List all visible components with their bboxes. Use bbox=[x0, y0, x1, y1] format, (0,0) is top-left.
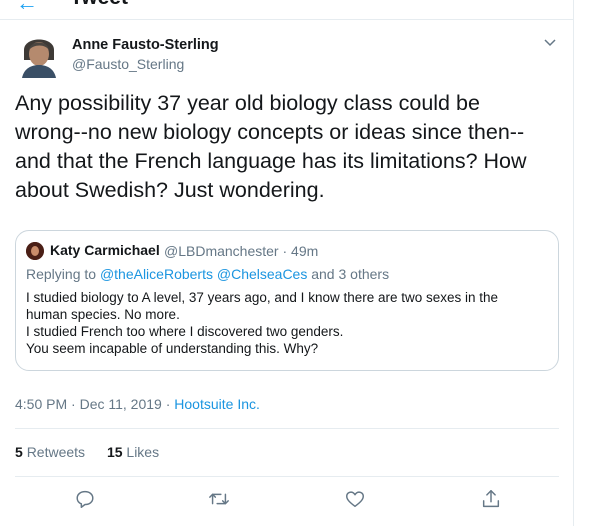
quoted-author-handle: @LBDmanchester · 49m bbox=[164, 243, 319, 259]
back-arrow-icon[interactable]: ← bbox=[16, 0, 38, 16]
retweets-count: 5 bbox=[15, 444, 23, 460]
divider bbox=[15, 476, 559, 477]
tweet-source-link[interactable]: Hootsuite Inc. bbox=[174, 396, 260, 412]
share-icon[interactable] bbox=[480, 488, 502, 510]
replying-to: Replying to @theAliceRoberts @ChelseaCes… bbox=[26, 266, 389, 282]
retweet-icon[interactable] bbox=[208, 488, 230, 510]
replying-to-prefix: Replying to bbox=[26, 266, 100, 282]
retweets-label: Retweets bbox=[26, 444, 86, 460]
quoted-tweet-text: I studied biology to A level, 37 years a… bbox=[26, 290, 499, 356]
tweet-stats: 5 Retweets 15 Likes bbox=[15, 444, 159, 460]
quoted-tweet[interactable]: Katy Carmichael @LBDmanchester · 49m Rep… bbox=[15, 230, 559, 371]
replying-to-users[interactable]: @theAliceRoberts @ChelseaCes bbox=[100, 266, 307, 282]
quoted-avatar bbox=[26, 242, 44, 260]
likes-label: Likes bbox=[126, 444, 160, 460]
meta-separator: · bbox=[161, 396, 175, 412]
tweet-page: ← Tweet Anne Fausto-Sterling @Fausto_Ste… bbox=[0, 0, 574, 526]
author-handle[interactable]: @Fausto_Sterling bbox=[72, 56, 184, 72]
page-header: ← Tweet bbox=[0, 0, 574, 20]
divider bbox=[15, 428, 559, 429]
likes-count: 15 bbox=[106, 444, 123, 460]
reply-icon[interactable] bbox=[74, 488, 96, 510]
author-name[interactable]: Anne Fausto-Sterling bbox=[72, 37, 219, 53]
like-icon[interactable] bbox=[344, 488, 366, 510]
page-title: Tweet bbox=[70, 0, 128, 10]
quoted-author-name: Katy Carmichael bbox=[50, 242, 160, 258]
tweet-meta: 4:50 PM · Dec 11, 2019 · Hootsuite Inc. bbox=[15, 396, 260, 412]
likes-stat[interactable]: 15 Likes bbox=[107, 444, 159, 460]
tweet-text: Any possibility 37 year old biology clas… bbox=[15, 91, 527, 202]
chevron-down-icon[interactable] bbox=[542, 34, 558, 50]
avatar[interactable] bbox=[18, 30, 60, 78]
replying-to-suffix: and 3 others bbox=[307, 266, 390, 282]
tweet-timestamp[interactable]: 4:50 PM · Dec 11, 2019 bbox=[15, 396, 162, 412]
retweets-stat[interactable]: 5 Retweets bbox=[15, 444, 85, 460]
